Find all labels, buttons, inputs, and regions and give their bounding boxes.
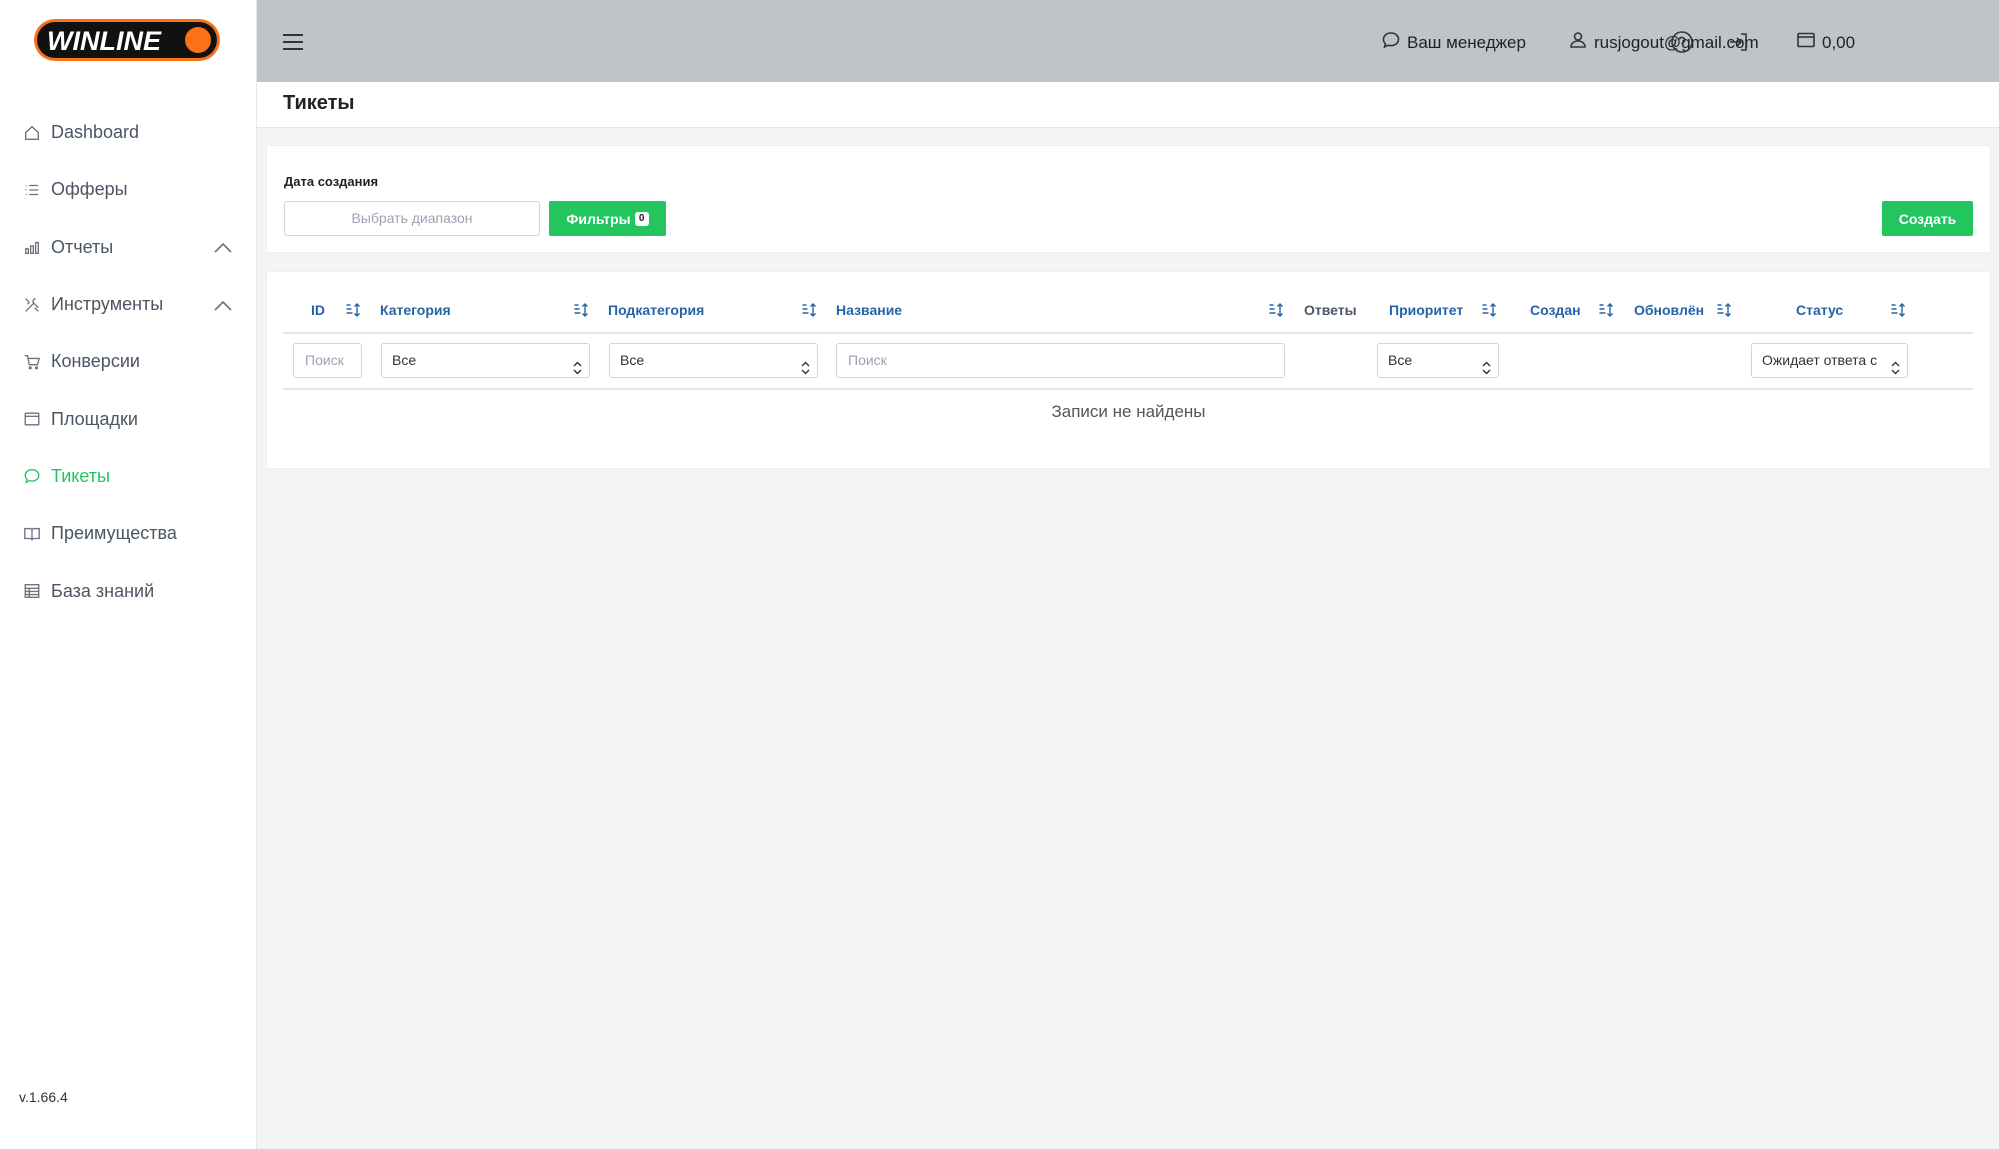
select-arrows-icon — [1891, 354, 1900, 375]
bar-chart-icon — [22, 237, 42, 257]
chevron-up-icon[interactable] — [213, 299, 233, 311]
sidebar-item-tickets[interactable]: Тикеты — [0, 448, 257, 505]
sidebar-item-offers[interactable]: Офферы — [0, 161, 257, 218]
sidebar-item-label: Преимущества — [51, 523, 177, 544]
sidebar-item-conversions[interactable]: Конверсии — [0, 333, 257, 390]
list-icon — [22, 180, 42, 200]
chat-icon — [22, 466, 42, 486]
sidebar: WINLINE Dashboard Офферы Отчеты Инструме… — [0, 0, 257, 1149]
book-icon — [22, 524, 42, 544]
column-header-updated[interactable]: Обновлён — [1634, 302, 1704, 318]
filters-count-badge: 0 — [634, 211, 649, 226]
sidebar-item-reports[interactable]: Отчеты — [0, 219, 257, 276]
browser-window-icon — [22, 409, 42, 429]
balance[interactable]: 0,00 — [1796, 30, 1855, 55]
svg-text:WINLINE: WINLINE — [47, 26, 162, 56]
column-header-category[interactable]: Категория — [380, 302, 451, 318]
filters-button-label: Фильтры — [566, 210, 631, 227]
sort-icon[interactable] — [345, 302, 361, 318]
name-search-input[interactable]: Поиск — [836, 343, 1285, 378]
app-version: v.1.66.4 — [19, 1089, 68, 1105]
tools-icon — [22, 295, 42, 315]
balance-value: 0,00 — [1822, 32, 1856, 52]
hamburger-menu-icon[interactable] — [282, 33, 304, 51]
chat-icon — [1381, 30, 1407, 55]
sidebar-item-dashboard[interactable]: Dashboard — [0, 104, 257, 161]
home-icon — [22, 123, 42, 143]
select-arrows-icon — [573, 354, 582, 375]
winline-logo[interactable]: WINLINE — [33, 17, 223, 65]
column-header-priority[interactable]: Приоритет — [1389, 302, 1463, 318]
page-header: Тикеты — [257, 82, 1999, 128]
sidebar-item-label: Инструменты — [51, 294, 164, 315]
sort-icon[interactable] — [573, 302, 589, 318]
manager-label: Ваш менеджер — [1407, 32, 1526, 52]
topbar: Ваш менеджер rusjogout@gmail.com 0,00 — [257, 0, 1999, 82]
manager-link[interactable]: Ваш менеджер — [1381, 30, 1526, 55]
priority-select-value: Все — [1388, 352, 1413, 368]
sidebar-nav: Dashboard Офферы Отчеты Инструменты Конв… — [0, 104, 257, 620]
wallet-icon — [1796, 30, 1822, 55]
id-search-input[interactable]: Поиск — [293, 343, 362, 378]
sort-icon[interactable] — [1890, 302, 1906, 318]
status-select[interactable]: Ожидает ответа с — [1751, 343, 1908, 378]
column-header-subcategory[interactable]: Подкатегория — [608, 302, 704, 318]
sidebar-item-knowledge-base[interactable]: База знаний — [0, 562, 257, 619]
sidebar-item-benefits[interactable]: Преимущества — [0, 505, 257, 562]
page-title: Тикеты — [283, 92, 355, 114]
select-arrows-icon — [1482, 354, 1491, 375]
user-icon — [1568, 30, 1594, 55]
priority-select[interactable]: Все — [1377, 343, 1499, 378]
column-header-answers: Ответы — [1304, 302, 1357, 318]
sidebar-item-label: База знаний — [51, 580, 155, 601]
filters-button[interactable]: Фильтры 0 — [549, 201, 666, 236]
help-icon[interactable] — [1670, 30, 1694, 54]
date-created-label: Дата создания — [284, 174, 379, 189]
column-header-id[interactable]: ID — [311, 302, 325, 318]
sidebar-item-label: Отчеты — [51, 236, 114, 257]
status-select-value: Ожидает ответа с — [1762, 352, 1878, 368]
sidebar-item-platforms[interactable]: Площадки — [0, 390, 257, 447]
sidebar-item-label: Офферы — [51, 179, 128, 200]
table-header-divider — [283, 332, 1973, 334]
subcategory-select-value: Все — [620, 352, 645, 368]
create-button[interactable]: Создать — [1882, 201, 1973, 236]
column-header-status[interactable]: Статус — [1796, 302, 1843, 318]
subcategory-select[interactable]: Все — [609, 343, 818, 378]
column-header-name[interactable]: Название — [836, 302, 902, 318]
empty-state-message: Записи не найдены — [1051, 402, 1206, 421]
filter-card: Дата создания Выбрать диапазон Фильтры 0… — [266, 145, 1991, 253]
sidebar-item-label: Конверсии — [51, 351, 140, 372]
sidebar-item-label: Dashboard — [51, 122, 140, 143]
logout-icon[interactable] — [1727, 30, 1751, 54]
sort-icon[interactable] — [1268, 302, 1284, 318]
category-select-value: Все — [392, 352, 417, 368]
sidebar-item-label: Тикеты — [51, 465, 110, 486]
sort-icon[interactable] — [801, 302, 817, 318]
sort-icon[interactable] — [1716, 302, 1732, 318]
date-range-input[interactable]: Выбрать диапазон — [284, 201, 540, 236]
sort-icon[interactable] — [1481, 302, 1497, 318]
column-header-created[interactable]: Создан — [1530, 302, 1581, 318]
table-filter-divider — [283, 388, 1973, 390]
chevron-up-icon[interactable] — [213, 241, 233, 253]
table-icon — [22, 581, 42, 601]
category-select[interactable]: Все — [381, 343, 590, 378]
sidebar-item-tools[interactable]: Инструменты — [0, 276, 257, 333]
cart-icon — [22, 352, 42, 372]
select-arrows-icon — [801, 354, 810, 375]
sidebar-item-label: Площадки — [51, 408, 138, 429]
sort-icon[interactable] — [1598, 302, 1614, 318]
